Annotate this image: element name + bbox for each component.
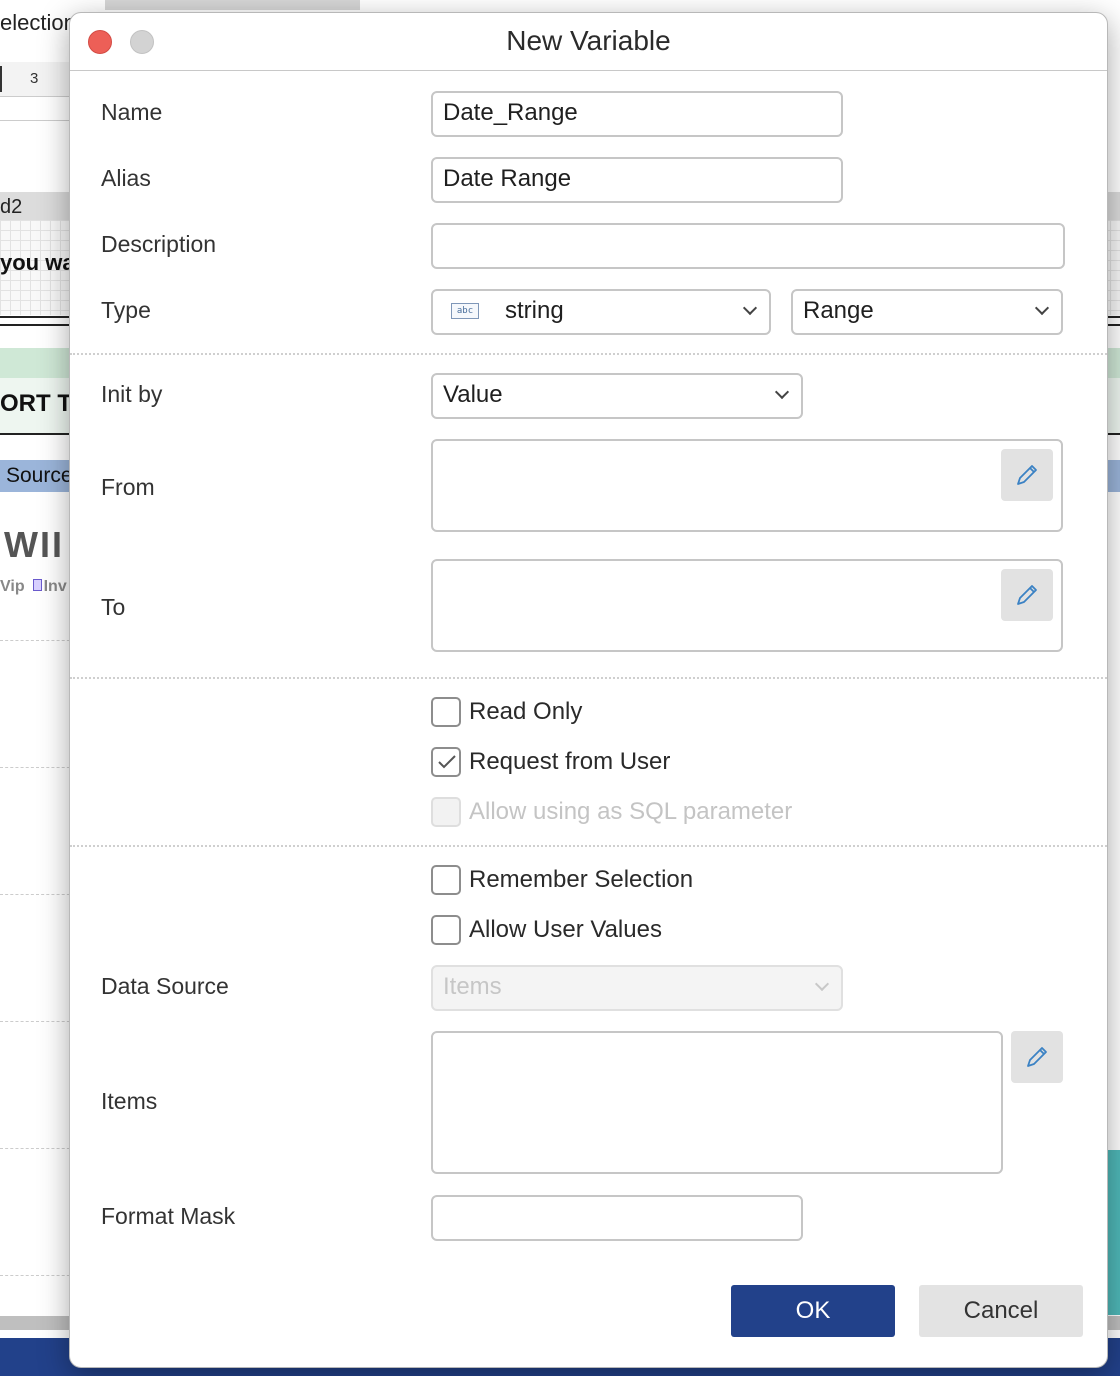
alias-label: Alias <box>101 165 151 191</box>
background-wip-title: WII <box>4 524 64 565</box>
to-label: To <box>101 594 126 620</box>
type-kind-value: Range <box>803 297 874 324</box>
data-source-select: Items <box>431 965 843 1011</box>
remember-selection-label: Remember Selection <box>469 866 694 893</box>
items-input[interactable] <box>431 1031 1003 1174</box>
chevron-down-icon <box>814 976 830 992</box>
background-tab <box>105 0 360 10</box>
section-divider <box>70 845 1107 847</box>
dialog-title: New Variable <box>506 25 671 56</box>
chevron-down-icon <box>1034 300 1050 316</box>
data-source-value: Items <box>443 973 502 1000</box>
remember-selection-checkbox[interactable] <box>431 865 461 895</box>
section-divider <box>70 677 1107 679</box>
items-label: Items <box>101 1088 158 1114</box>
name-input[interactable]: Date_Range <box>431 91 843 137</box>
chevron-down-icon <box>742 300 758 316</box>
background-report-title: ORT T <box>0 390 72 417</box>
name-label: Name <box>101 99 163 125</box>
to-input[interactable] <box>431 559 1063 652</box>
from-label: From <box>101 474 155 500</box>
allow-sql-param-checkbox <box>431 797 461 827</box>
description-label: Description <box>101 231 217 257</box>
allow-sql-param-label: Allow using as SQL parameter <box>469 798 793 825</box>
background-ruler-number: 3 <box>30 70 39 87</box>
chevron-down-icon <box>774 384 790 400</box>
background-band-label: d2 <box>0 196 23 218</box>
read-only-checkbox[interactable] <box>431 697 461 727</box>
legend-square-icon <box>32 579 42 591</box>
edit-items-button[interactable] <box>1011 1031 1063 1083</box>
pencil-icon <box>1027 1047 1047 1067</box>
pencil-icon <box>1017 465 1037 485</box>
format-mask-label: Format Mask <box>101 1203 236 1229</box>
type-kind-select[interactable]: Range <box>791 289 1063 335</box>
alias-input[interactable]: Date Range <box>431 157 843 203</box>
edit-from-button[interactable] <box>1001 449 1053 501</box>
new-variable-dialog: New Variable Name Date_Range Alias Date … <box>69 12 1108 1368</box>
string-type-icon: abc <box>451 303 479 319</box>
ok-button[interactable]: OK <box>731 1285 895 1337</box>
description-input[interactable] <box>431 223 1065 269</box>
background-legend: Vip Inv <box>0 578 67 595</box>
type-select[interactable]: abc string <box>431 289 771 335</box>
pencil-icon <box>1017 585 1037 605</box>
type-select-value: string <box>505 297 564 324</box>
section-divider <box>70 353 1107 355</box>
init-by-select[interactable]: Value <box>431 373 803 419</box>
background-selection-title: election <box>0 10 76 35</box>
background-source-label: Source <box>6 464 73 487</box>
init-by-label: Init by <box>101 381 163 407</box>
allow-user-values-checkbox[interactable] <box>431 915 461 945</box>
checkmark-icon <box>438 755 456 769</box>
background-question-text: you wa <box>0 250 75 275</box>
allow-user-values-label: Allow User Values <box>469 916 662 943</box>
cancel-button[interactable]: Cancel <box>919 1285 1083 1337</box>
request-from-user-label: Request from User <box>469 748 671 775</box>
init-by-value: Value <box>443 381 503 408</box>
from-input[interactable] <box>431 439 1063 532</box>
format-mask-input[interactable] <box>431 1195 803 1241</box>
read-only-label: Read Only <box>469 698 583 725</box>
type-label: Type <box>101 297 151 323</box>
request-from-user-checkbox[interactable] <box>431 747 461 777</box>
dialog-titlebar: New Variable <box>70 13 1107 71</box>
edit-to-button[interactable] <box>1001 569 1053 621</box>
data-source-label: Data Source <box>101 973 229 999</box>
